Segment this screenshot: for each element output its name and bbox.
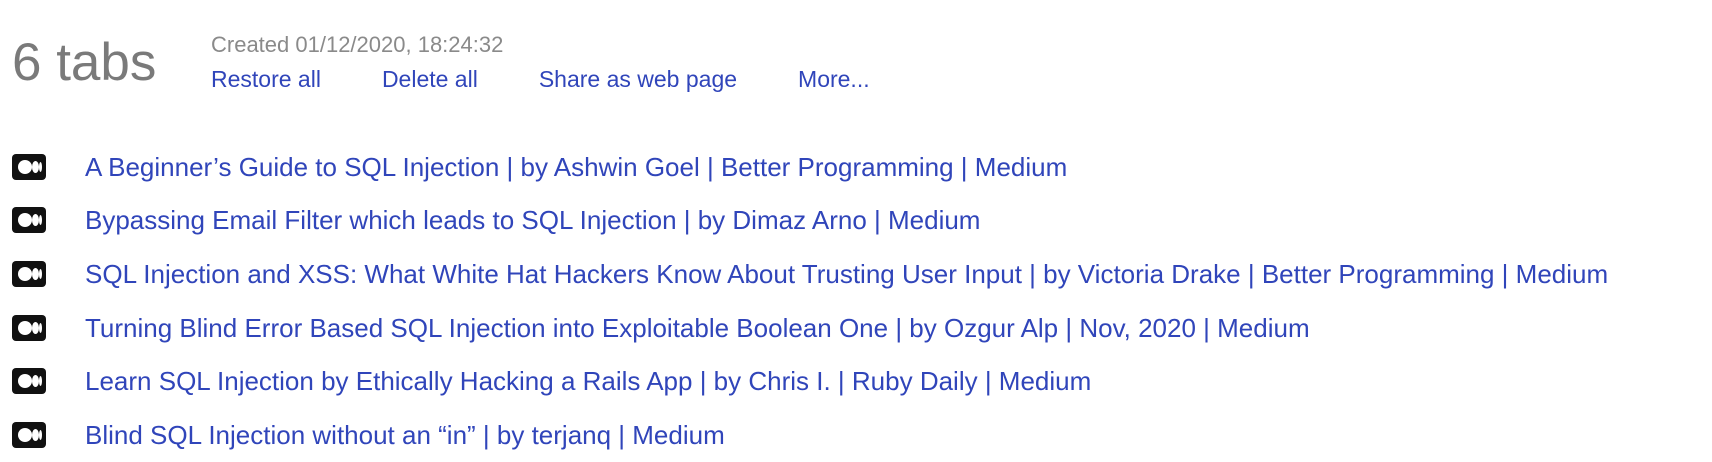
medium-icon: [12, 314, 46, 341]
medium-icon: [12, 260, 46, 287]
medium-icon: [12, 153, 46, 180]
tab-list-item: Turning Blind Error Based SQL Injection …: [12, 301, 1712, 355]
tab-list-item: Learn SQL Injection by Ethically Hacking…: [12, 354, 1712, 408]
tab-link[interactable]: Blind SQL Injection without an “in” | by…: [85, 422, 725, 448]
tab-group-actions: Restore all Delete all Share as web page…: [211, 68, 931, 91]
tab-link[interactable]: Learn SQL Injection by Ethically Hacking…: [85, 368, 1091, 394]
tab-list-item: Blind SQL Injection without an “in” | by…: [12, 408, 1712, 462]
restore-all-link[interactable]: Restore all: [211, 68, 321, 91]
tab-group-header: 6 tabs Created 01/12/2020, 18:24:32 Rest…: [12, 24, 1712, 102]
tab-link[interactable]: Bypassing Email Filter which leads to SQ…: [85, 207, 980, 233]
tab-list-item: SQL Injection and XSS: What White Hat Ha…: [12, 247, 1712, 301]
tab-group-meta: Created 01/12/2020, 18:24:32 Restore all…: [211, 24, 931, 91]
more-link[interactable]: More...: [798, 68, 870, 91]
tab-list: A Beginner’s Guide to SQL Injection | by…: [12, 140, 1712, 462]
share-as-web-page-link[interactable]: Share as web page: [539, 68, 737, 91]
tab-count: 6 tabs: [12, 33, 157, 92]
delete-all-link[interactable]: Delete all: [382, 68, 478, 91]
medium-icon: [12, 421, 46, 448]
medium-icon: [12, 368, 46, 395]
tab-link[interactable]: SQL Injection and XSS: What White Hat Ha…: [85, 261, 1608, 287]
tab-link[interactable]: A Beginner’s Guide to SQL Injection | by…: [85, 154, 1067, 180]
tab-link[interactable]: Turning Blind Error Based SQL Injection …: [85, 315, 1310, 341]
tab-group: 6 tabs Created 01/12/2020, 18:24:32 Rest…: [12, 24, 1712, 462]
medium-icon: [12, 207, 46, 234]
tab-list-item: Bypassing Email Filter which leads to SQ…: [12, 194, 1712, 248]
created-timestamp: Created 01/12/2020, 18:24:32: [211, 32, 504, 57]
tab-list-item: A Beginner’s Guide to SQL Injection | by…: [12, 140, 1712, 194]
